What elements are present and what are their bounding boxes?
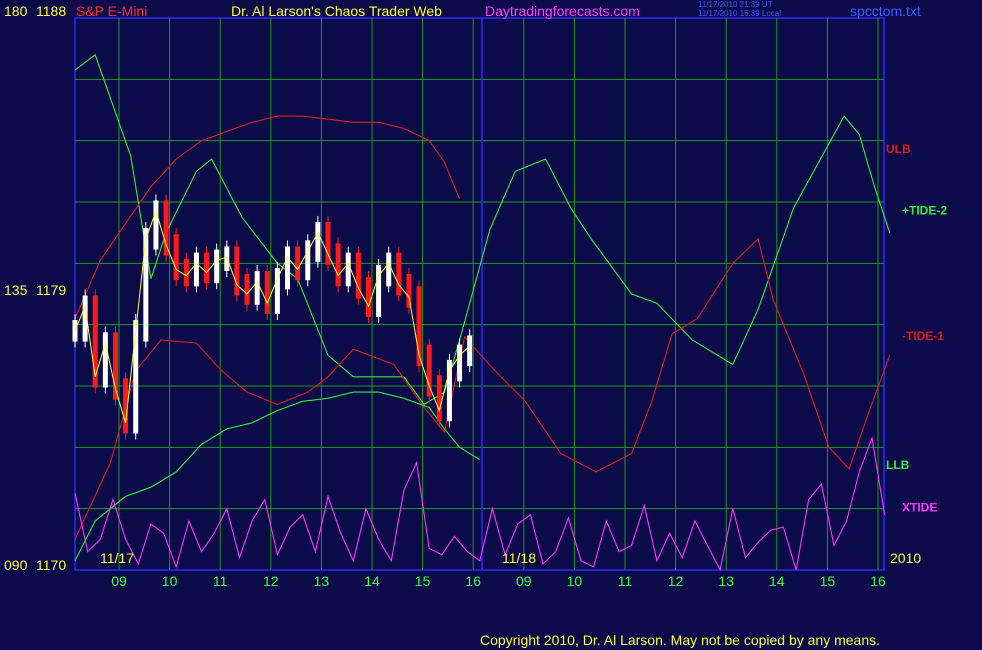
x-tick-label-0: 09 — [111, 573, 127, 589]
series-xtide-line — [74, 435, 886, 572]
price-bar-23 — [305, 240, 311, 281]
date-label-day1: 11/17 — [100, 550, 134, 566]
x-tick-label-8: 09 — [516, 573, 532, 589]
price-bar-36 — [436, 375, 442, 422]
scale-mid-label: 135 — [4, 282, 28, 298]
time-ut-label: 11/17/2010 21:39 UT — [698, 0, 773, 9]
x-tick-label-9: 10 — [567, 573, 583, 589]
legend-label-llb: LLB — [886, 458, 910, 472]
price-bar-22 — [295, 246, 301, 281]
x-tick-label-13: 14 — [769, 573, 785, 589]
time-local-label: 11/17/2010 16:39 Local — [698, 9, 782, 18]
site-link[interactable]: Daytradingforecasts.com — [485, 3, 640, 19]
price-bar-18 — [254, 271, 260, 305]
chart-svg: 09 10 11 12 13 14 15 16 09 10 11 12 13 14 15 16 ULB +TIDE… — [72, 17, 947, 589]
scale-top-label: 180 — [4, 3, 28, 19]
price-bar-17 — [244, 274, 250, 305]
x-tick-label-6: 15 — [415, 573, 431, 589]
price-bar-10 — [173, 234, 179, 281]
price-bar-8 — [153, 200, 159, 250]
price-bar-21 — [285, 246, 291, 290]
price-bar-13 — [204, 252, 210, 284]
price-bar-15 — [224, 246, 230, 271]
price-bar-26 — [335, 243, 341, 287]
price-bar-27 — [345, 252, 351, 287]
x-tick-label-1: 10 — [162, 573, 178, 589]
x-tick-label-10: 11 — [618, 573, 633, 589]
symbol-label: S&P E-Mini — [76, 3, 148, 19]
x-tick-label-3: 12 — [263, 573, 279, 589]
price-bar-29 — [365, 277, 371, 317]
legend-label-ulb: ULB — [886, 142, 911, 156]
price-bar-31 — [386, 252, 392, 287]
price-bar-9 — [163, 200, 169, 256]
x-tick-label-15: 16 — [870, 573, 886, 589]
x-tick-label-2: 11 — [213, 573, 228, 589]
price-bar-24 — [315, 221, 321, 262]
price-bar-6 — [133, 320, 139, 434]
date-label-day2: 11/18 — [502, 550, 536, 566]
price-bar-14 — [214, 249, 220, 284]
x-tick-label-5: 14 — [364, 573, 380, 589]
price-bar-16 — [234, 246, 240, 296]
legend-label-xtide: XTIDE — [902, 501, 937, 515]
price-bar-33 — [406, 274, 412, 308]
legend-label--tide-1: -TIDE-1 — [902, 329, 944, 343]
price-bar-32 — [396, 252, 402, 296]
price-bar-12 — [193, 252, 199, 287]
price-top-label: 1188 — [36, 3, 67, 19]
price-bar-3 — [102, 332, 108, 388]
price-bar-39 — [467, 335, 473, 367]
price-bar-19 — [264, 271, 270, 314]
chart-title: Dr. Al Larson's Chaos Trader Web — [231, 3, 442, 19]
price-bar-35 — [426, 344, 432, 397]
price-bottom-label: 1170 — [36, 557, 67, 573]
price-bar-7 — [143, 228, 149, 342]
plot-frame — [74, 17, 885, 571]
x-tick-label-7: 16 — [465, 573, 481, 589]
price-bar-37 — [446, 359, 452, 422]
legend-label--tide-2: +TIDE-2 — [902, 203, 947, 217]
copyright-text: Copyright 2010, Dr. Al Larson. May not b… — [480, 632, 881, 648]
price-mid-label: 1179 — [36, 282, 67, 298]
x-tick-label-14: 15 — [820, 573, 836, 589]
year-label: 2010 — [890, 550, 922, 566]
scale-bottom-label: 090 — [4, 557, 28, 573]
x-tick-label-4: 13 — [314, 573, 330, 589]
price-bar-38 — [457, 344, 463, 382]
filename-label: spcctom.txt — [850, 3, 921, 19]
x-tick-label-11: 12 — [668, 573, 684, 589]
x-tick-label-12: 13 — [718, 573, 734, 589]
price-bar-11 — [183, 258, 189, 287]
price-bar-0 — [72, 320, 78, 342]
